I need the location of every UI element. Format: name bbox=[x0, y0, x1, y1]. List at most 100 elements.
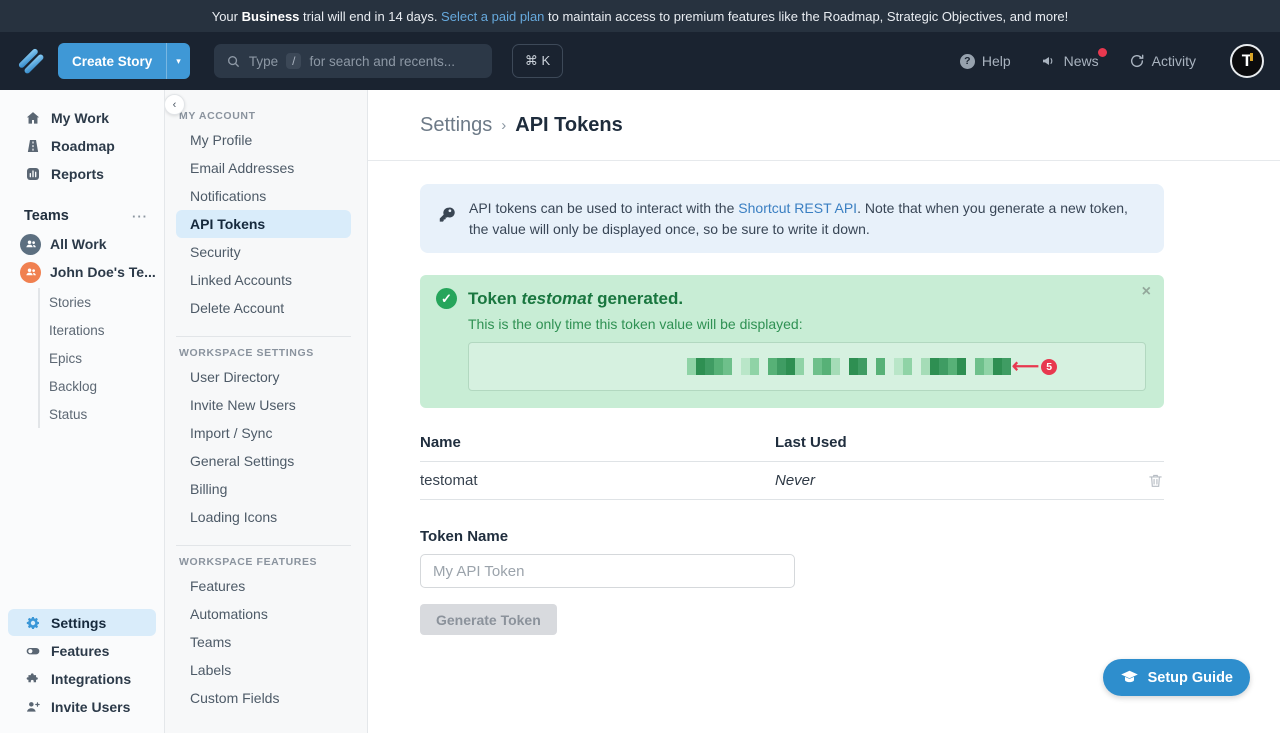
search-icon bbox=[226, 54, 241, 69]
search-input[interactable]: Type / for search and recents... bbox=[214, 44, 492, 78]
delete-token-button[interactable] bbox=[1134, 472, 1164, 489]
team-subnav-item[interactable]: Stories bbox=[49, 288, 164, 316]
settings-nav-item[interactable]: Teams bbox=[176, 628, 351, 656]
settings-nav-item[interactable]: Custom Fields bbox=[176, 684, 351, 712]
slash-key-chip: / bbox=[286, 53, 301, 69]
news-label: News bbox=[1064, 53, 1099, 69]
settings-nav-item[interactable]: Email Addresses bbox=[176, 154, 351, 182]
user-avatar[interactable]: T bbox=[1230, 44, 1264, 78]
help-label: Help bbox=[982, 53, 1011, 69]
token-generated-alert: × ✓ Token testomat generated. This is th… bbox=[420, 275, 1164, 408]
banner-text: Your bbox=[212, 9, 242, 24]
sidebar-item[interactable]: Reports bbox=[8, 160, 156, 187]
select-paid-plan-link[interactable]: Select a paid plan bbox=[441, 9, 544, 24]
team-item[interactable]: John Doe's Te... bbox=[0, 258, 164, 286]
people-icon bbox=[24, 237, 38, 251]
settings-nav-item[interactable]: Linked Accounts bbox=[176, 266, 351, 294]
news-button[interactable]: News bbox=[1031, 53, 1109, 69]
megaphone-icon bbox=[1041, 53, 1057, 69]
search-placeholder: Type bbox=[249, 54, 278, 69]
breadcrumb-settings[interactable]: Settings bbox=[420, 114, 492, 137]
close-icon[interactable]: × bbox=[1142, 284, 1151, 300]
people-icon bbox=[24, 265, 38, 279]
notification-dot bbox=[1098, 48, 1107, 57]
sidebar-item[interactable]: Roadmap bbox=[8, 132, 156, 159]
main-content: Settings › API Tokens API tokens can be … bbox=[368, 90, 1280, 733]
banner-plan-name: Business bbox=[242, 9, 300, 24]
create-story-button[interactable]: Create Story ▾ bbox=[58, 43, 190, 79]
token-name-input[interactable] bbox=[420, 554, 795, 588]
col-header-name: Name bbox=[420, 434, 775, 451]
avatar-accent bbox=[1250, 53, 1253, 61]
team-avatar bbox=[20, 234, 41, 255]
help-button[interactable]: ? Help bbox=[950, 53, 1021, 69]
team-subnav-item[interactable]: Backlog bbox=[49, 372, 164, 400]
road-icon bbox=[24, 137, 41, 154]
generate-token-button[interactable]: Generate Token bbox=[420, 604, 557, 635]
settings-nav-item[interactable]: Automations bbox=[176, 600, 351, 628]
chevron-down-icon[interactable]: ▾ bbox=[166, 43, 190, 79]
settings-nav-item[interactable]: My Profile bbox=[176, 126, 351, 154]
tokens-table: Name Last Used testomat Never bbox=[420, 434, 1164, 500]
alert-title: Token testomat generated. bbox=[468, 289, 683, 309]
redacted-token-mosaic bbox=[687, 358, 1011, 375]
top-nav: Create Story ▾ Type / for search and rec… bbox=[0, 32, 1280, 90]
team-item[interactable]: All Work bbox=[0, 230, 164, 258]
token-name-cell: testomat bbox=[420, 472, 775, 489]
team-subnav: Stories Iterations Epics Backlog Status bbox=[38, 288, 164, 428]
team-subnav-item[interactable]: Status bbox=[49, 400, 164, 428]
section-header: WORKSPACE FEATURES bbox=[179, 556, 353, 568]
sidebar-item[interactable]: Integrations bbox=[8, 665, 156, 692]
setup-guide-button[interactable]: Setup Guide bbox=[1103, 659, 1250, 696]
settings-nav-item[interactable]: Features bbox=[176, 572, 351, 600]
teams-overflow-menu[interactable]: ··· bbox=[132, 209, 148, 224]
primary-sidebar: My Work Roadmap Reports Teams ··· bbox=[0, 90, 165, 733]
alert-subtitle: This is the only time this token value w… bbox=[468, 316, 1148, 332]
settings-nav-item[interactable]: Import / Sync bbox=[176, 419, 351, 447]
sidebar-item[interactable]: Features bbox=[8, 637, 156, 664]
settings-nav-item[interactable]: Invite New Users bbox=[176, 391, 351, 419]
token-name-label: Token Name bbox=[420, 528, 1280, 545]
chart-icon bbox=[24, 165, 41, 182]
settings-nav-item[interactable]: Loading Icons bbox=[176, 503, 351, 531]
banner-text: trial will end in 14 days. bbox=[299, 9, 441, 24]
sidebar-item[interactable]: Invite Users bbox=[8, 693, 156, 720]
team-subnav-item[interactable]: Epics bbox=[49, 344, 164, 372]
settings-nav-item[interactable]: API Tokens bbox=[176, 210, 351, 238]
section-header: MY ACCOUNT bbox=[179, 110, 353, 122]
sidebar-item[interactable]: My Work bbox=[8, 104, 156, 131]
table-header-row: Name Last Used bbox=[420, 434, 1164, 462]
trash-icon bbox=[1147, 472, 1164, 489]
team-subnav-item[interactable]: Iterations bbox=[49, 316, 164, 344]
activity-button[interactable]: Activity bbox=[1119, 53, 1206, 69]
annotation-arrow-icon: ⟵ bbox=[1012, 357, 1039, 376]
page-title: API Tokens bbox=[515, 114, 622, 137]
house-icon bbox=[24, 109, 41, 126]
settings-nav-item[interactable]: Delete Account bbox=[176, 294, 351, 322]
annotation-badge: 5 bbox=[1041, 359, 1057, 375]
collapse-sidebar-button[interactable]: ‹ bbox=[165, 94, 185, 115]
create-story-label[interactable]: Create Story bbox=[58, 43, 166, 79]
table-row: testomat Never bbox=[420, 462, 1164, 500]
section-header: WORKSPACE SETTINGS bbox=[179, 347, 353, 359]
api-info-banner: API tokens can be used to interact with … bbox=[420, 184, 1164, 253]
api-info-text: API tokens can be used to interact with … bbox=[469, 198, 1146, 239]
trial-banner: Your Business trial will end in 14 days.… bbox=[0, 0, 1280, 32]
settings-nav-item[interactable]: Security bbox=[176, 238, 351, 266]
settings-nav-item[interactable]: User Directory bbox=[176, 363, 351, 391]
graduation-cap-icon bbox=[1120, 668, 1139, 687]
sidebar-item[interactable]: Settings bbox=[8, 609, 156, 636]
puzzle-icon bbox=[24, 670, 41, 687]
team-avatar bbox=[20, 262, 41, 283]
gear-icon bbox=[24, 614, 41, 631]
settings-nav-item[interactable]: General Settings bbox=[176, 447, 351, 475]
settings-nav-item[interactable]: Notifications bbox=[176, 182, 351, 210]
help-icon: ? bbox=[960, 54, 975, 69]
settings-nav-item[interactable]: Labels bbox=[176, 656, 351, 684]
settings-nav-item[interactable]: Billing bbox=[176, 475, 351, 503]
divider bbox=[176, 545, 351, 546]
col-header-last-used: Last Used bbox=[775, 434, 1134, 451]
toggle-icon bbox=[24, 642, 41, 659]
shortcut-logo-icon[interactable] bbox=[16, 46, 46, 76]
shortcut-rest-api-link[interactable]: Shortcut REST API bbox=[738, 200, 857, 216]
